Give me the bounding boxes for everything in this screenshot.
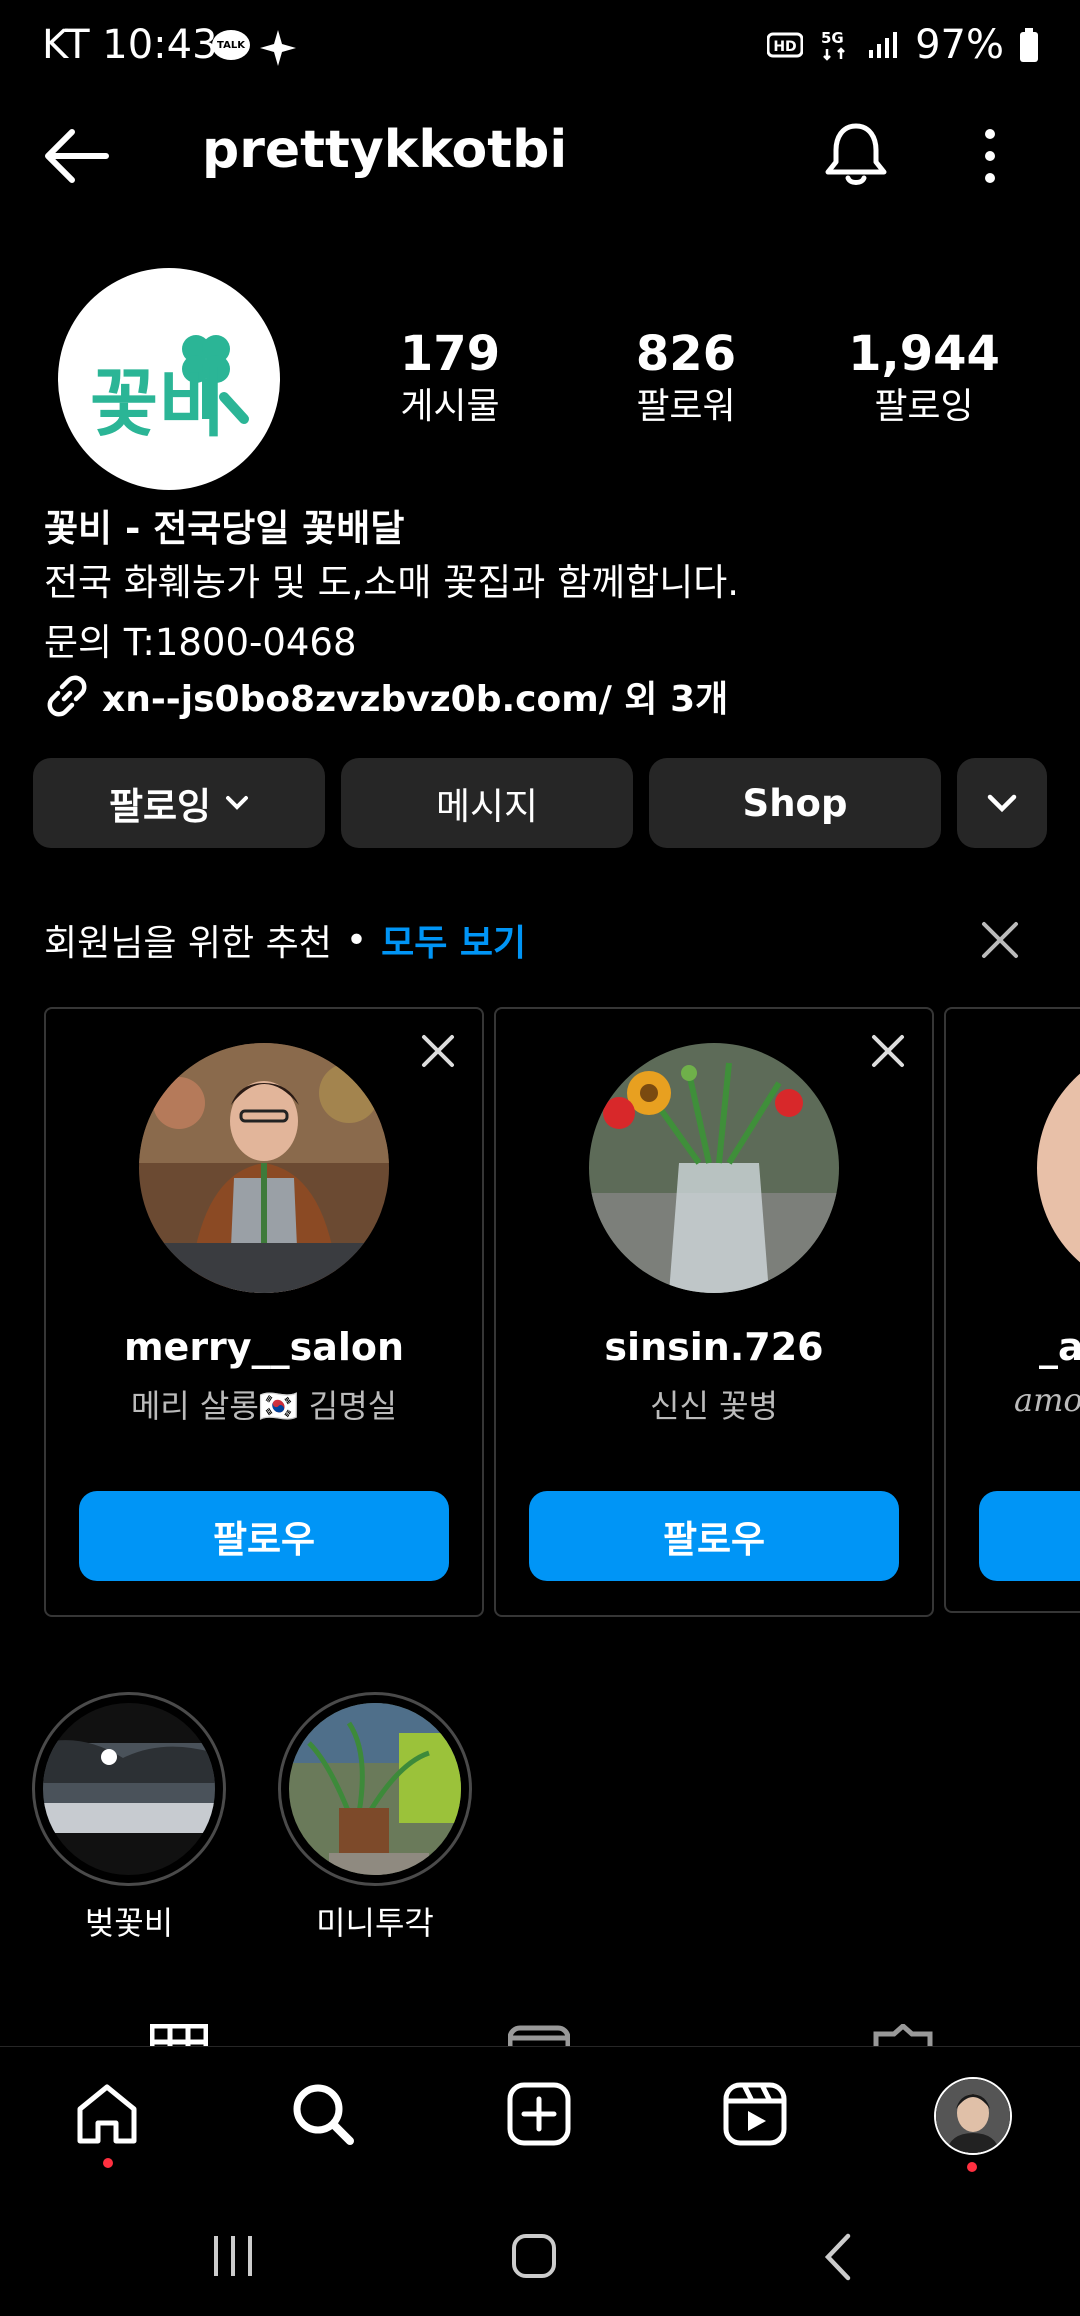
highlight-night-photo [43,1703,215,1875]
bio-line: 전국 화훼농가 및 도,소매 꽃집과 함께합니다. [44,561,740,604]
bell-icon[interactable] [822,118,890,188]
shop-button-label: Shop [742,781,848,825]
suggestion-avatar [589,1043,839,1293]
logo-text: 꽃비 [90,361,226,439]
stat-followers-label: 팔로워 [636,386,736,427]
suggestion-card-partial[interactable]: _a amo [944,1007,1080,1613]
following-button[interactable]: 팔로잉 [33,758,325,848]
suggestions-title: 회원님을 위한 추천 [44,923,332,964]
talk-badge-text: TALK [217,39,245,51]
suggestion-card[interactable]: merry__salon 메리 살롱🇰🇷 김명실 팔로우 [44,1007,484,1617]
back-button-icon[interactable] [820,2232,856,2282]
dismiss-icon[interactable] [418,1031,458,1071]
highlight-item[interactable]: 벚꽃비 [32,1692,226,1944]
hd-icon: HD [767,32,804,58]
stat-followers-value: 826 [635,326,737,382]
back-arrow-icon[interactable] [44,128,110,184]
suggestion-username[interactable]: _a [1039,1325,1080,1369]
stat-following-value: 1,944 [848,326,1000,382]
follow-button[interactable] [979,1491,1080,1581]
bio-contact: 문의 T:1800-0468 [44,621,357,664]
svg-text:5G: 5G [821,29,844,47]
stat-following-label: 팔로잉 [874,386,974,427]
chevron-down-icon [987,794,1017,813]
suggestion-username[interactable]: merry__salon [46,1325,482,1369]
stat-posts[interactable]: 179 게시물 [330,326,570,432]
highlight-item[interactable]: 미니투각 [278,1692,472,1944]
suggestion-subtitle: 메리 살롱🇰🇷 김명실 [130,1387,398,1425]
stat-followers[interactable]: 826 팔로워 [566,326,806,432]
flower-vase-photo [589,1043,839,1293]
profile-username: prettykkotbi [202,120,568,180]
florist-photo [139,1043,389,1293]
signal-icon [869,32,898,58]
status-bar: KT 10:43 TALK HD 5G 97% [0,0,1080,95]
home-button-icon[interactable] [510,2232,558,2280]
tagged-tab-icon[interactable] [872,2024,934,2046]
status-time: KT 10:43 [42,22,218,68]
suggestions-header: 회원님을 위한 추천 • 모두 보기 [44,914,526,966]
bio-name: 꽃비 - 전국당일 꽃배달 [44,507,405,550]
following-button-label: 팔로잉 [108,785,212,828]
home-notification-dot [103,2158,113,2168]
dismiss-icon[interactable] [868,1031,908,1071]
battery-percent: 97% [915,22,1004,68]
link-icon [47,675,87,717]
talk-icon: TALK [212,30,250,60]
suggestions-toggle-button[interactable] [957,758,1047,848]
home-icon[interactable] [74,2081,140,2147]
stat-following[interactable]: 1,944 팔로잉 [804,326,1044,432]
reels-icon[interactable] [722,2081,788,2147]
profile-notification-dot [967,2162,977,2172]
sparkle-icon [260,30,296,66]
system-nav-bar [0,2200,1080,2316]
chevron-down-icon [226,796,249,810]
bio-link[interactable]: xn--js0bo8zvzbvz0b.com/ 외 3개 [44,670,728,722]
highlight-label: 벚꽃비 [84,1904,174,1942]
recent-apps-icon[interactable] [210,2234,256,2278]
suggestion-username[interactable]: sinsin.726 [496,1325,932,1369]
profile-tabs [0,2010,1080,2046]
status-right: HD 5G 97% [767,22,1040,68]
message-button-label: 메시지 [435,785,539,828]
stat-posts-value: 179 [399,326,501,382]
profile-avatar[interactable]: 꽃비 [58,268,280,490]
search-icon[interactable] [290,2081,356,2147]
highlight-label: 미니투각 [316,1904,434,1942]
suggestion-subtitle: 신신 꽃병 [650,1387,778,1425]
stat-posts-label: 게시물 [400,386,500,427]
more-options-icon[interactable] [978,126,1002,186]
highlight-plant-photo [289,1703,461,1875]
my-profile-avatar[interactable] [934,2077,1012,2155]
follow-button[interactable]: 팔로우 [79,1491,449,1581]
see-all-link[interactable]: 모두 보기 [381,914,526,966]
bio-link-text: xn--js0bo8zvzbvz0b.com/ 외 3개 [102,679,729,720]
kkotbi-logo-icon: 꽃비 [90,335,249,439]
svg-text:HD: HD [773,39,796,55]
create-post-icon[interactable] [506,2081,572,2147]
profile-photo [936,2079,1010,2153]
reels-tab-icon[interactable] [508,2024,570,2046]
grid-icon[interactable] [150,2024,208,2046]
battery-icon [1020,28,1038,62]
shop-button[interactable]: Shop [649,758,941,848]
close-suggestions-icon[interactable] [980,920,1020,960]
5g-icon: 5G [821,29,845,61]
suggestion-subtitle: amo [1014,1381,1080,1419]
message-button[interactable]: 메시지 [341,758,633,848]
suggestion-avatar [139,1043,389,1293]
follow-button[interactable]: 팔로우 [529,1491,899,1581]
suggestion-card[interactable]: sinsin.726 신신 꽃병 팔로우 [494,1007,934,1617]
